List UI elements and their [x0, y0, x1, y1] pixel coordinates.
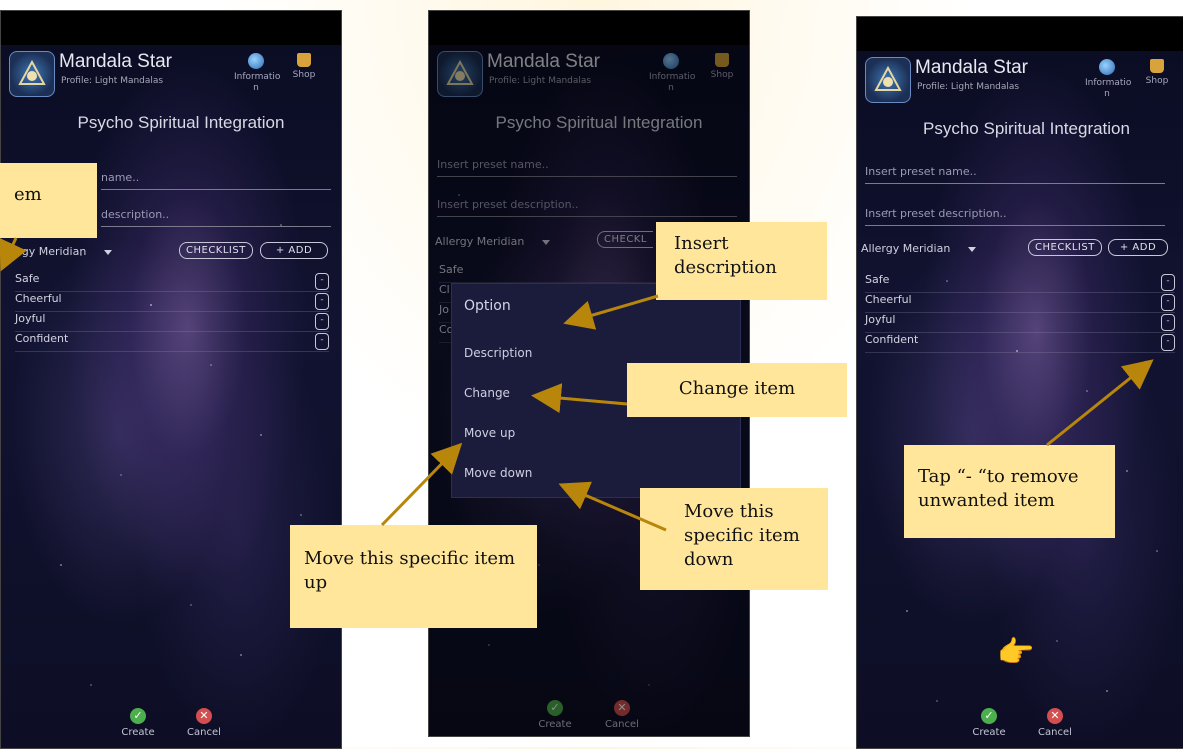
arrow-remove-item — [1046, 359, 1154, 447]
arrow-move-down — [558, 481, 667, 532]
arrow-change-item — [531, 383, 628, 414]
annotation-arrows — [0, 237, 1154, 532]
arrow-insert-description — [563, 294, 659, 330]
arrow-panel1 — [0, 237, 27, 272]
arrow-move-up — [380, 442, 463, 527]
